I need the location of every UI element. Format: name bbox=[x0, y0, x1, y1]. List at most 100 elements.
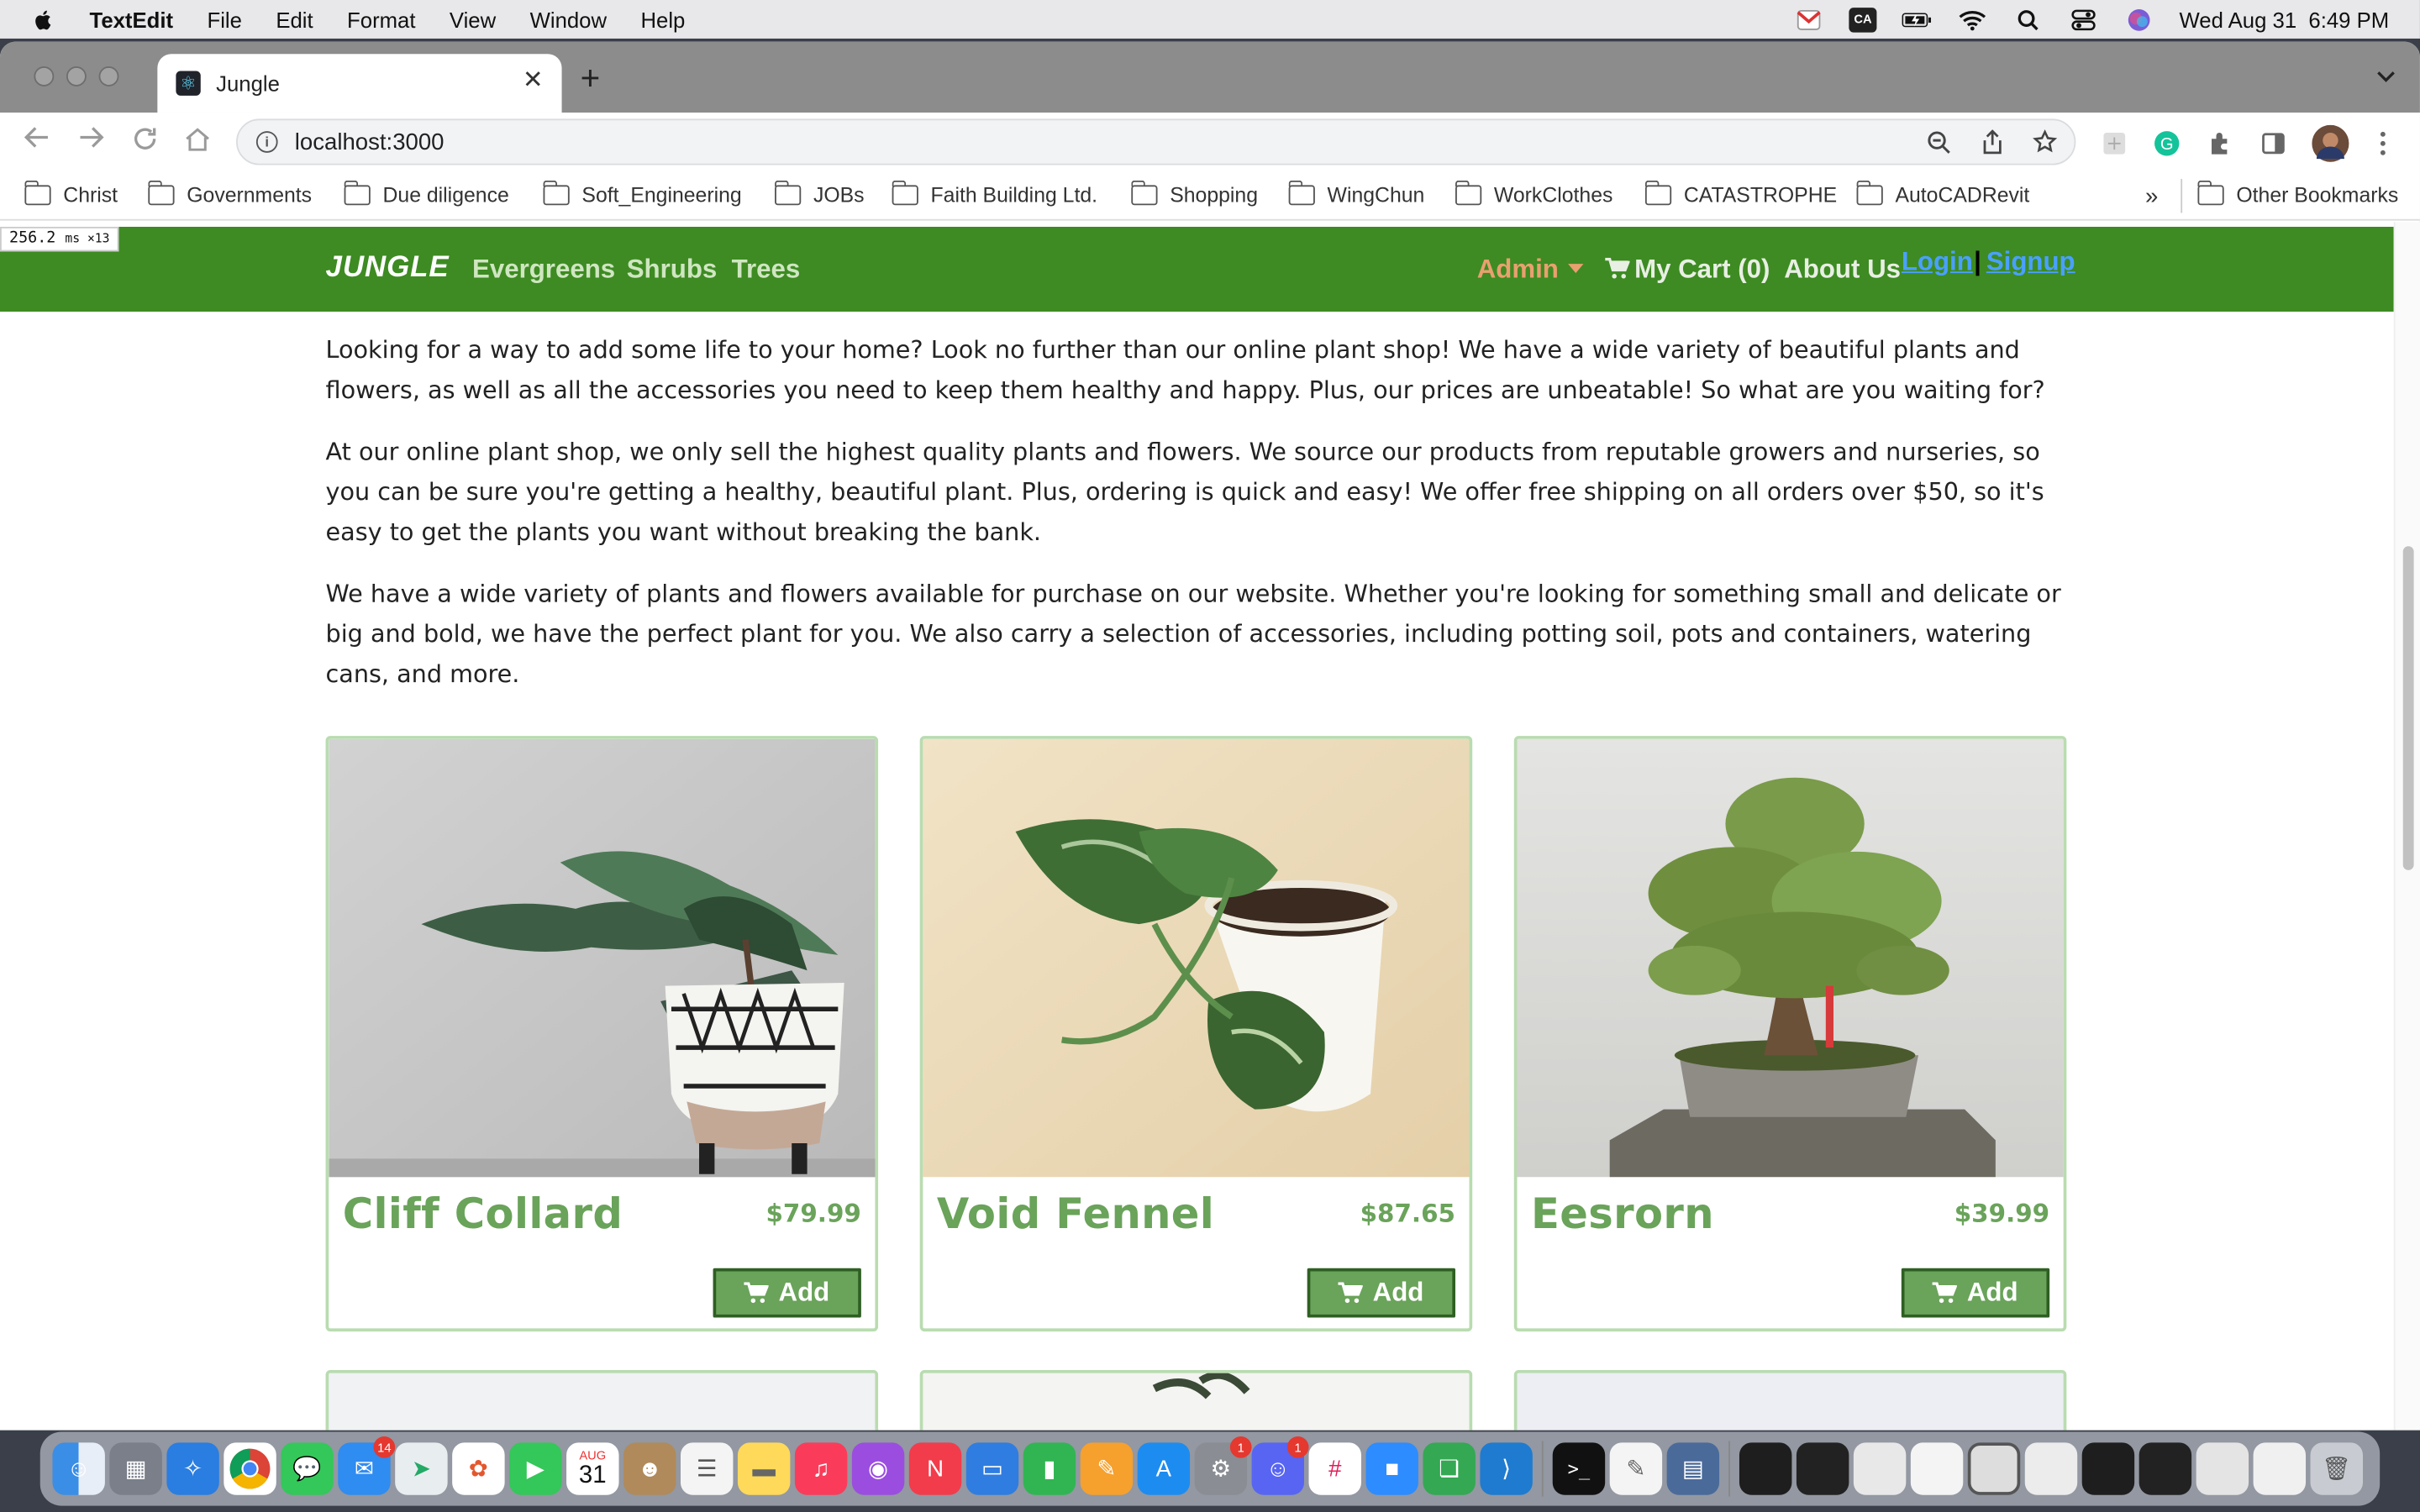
calendar-icon[interactable]: AUG 31 bbox=[566, 1442, 619, 1495]
ca-icon[interactable]: CA bbox=[1849, 7, 1877, 32]
share-icon[interactable] bbox=[1981, 129, 2003, 160]
reload-icon[interactable] bbox=[131, 125, 159, 158]
page-scrollbar[interactable] bbox=[2393, 222, 2420, 1431]
safari-icon[interactable]: ✧ bbox=[166, 1442, 219, 1495]
minimized-window-thumbnail[interactable] bbox=[2196, 1442, 2249, 1495]
product-image[interactable] bbox=[1517, 738, 2064, 1178]
launchpad-icon[interactable]: ▦ bbox=[109, 1442, 162, 1495]
address-bar-url[interactable]: localhost:3000 bbox=[295, 129, 445, 155]
bookmark-folder[interactable]: CATASTROPHE bbox=[1644, 180, 1837, 207]
minimized-window-thumbnail[interactable] bbox=[2139, 1442, 2192, 1495]
extensions-puzzle-icon[interactable] bbox=[2206, 128, 2237, 159]
product-name[interactable]: Cliff Collard bbox=[343, 1191, 623, 1239]
bookmark-folder[interactable]: Shopping bbox=[1130, 180, 1258, 207]
menu-file[interactable]: File bbox=[207, 7, 241, 31]
grammarly-icon[interactable]: G bbox=[2151, 128, 2182, 159]
product-card[interactable] bbox=[1513, 1369, 2067, 1431]
menu-bar-clock[interactable]: Wed Aug 31 6:49 PM bbox=[2180, 7, 2390, 31]
bookmark-folder[interactable]: Faith Building Ltd. bbox=[891, 180, 1097, 207]
product-card[interactable] bbox=[325, 1369, 879, 1431]
pages-icon[interactable]: ✎ bbox=[1080, 1442, 1134, 1495]
minimized-window-thumbnail[interactable] bbox=[1853, 1442, 1907, 1495]
wifi-icon[interactable] bbox=[1957, 7, 1988, 31]
add-to-cart-button[interactable]: Add bbox=[1307, 1268, 1456, 1318]
spotlight-icon[interactable] bbox=[2012, 7, 2044, 31]
browser-tab-active[interactable]: ⚛ Jungle ✕ bbox=[157, 54, 562, 113]
trash-icon[interactable]: 🗑 bbox=[2310, 1442, 2363, 1495]
bookmarks-overflow-button[interactable]: » bbox=[2145, 184, 2158, 210]
bookmark-folder[interactable]: AutoCADRevit bbox=[1855, 180, 2029, 207]
address-bar[interactable]: i localhost:3000 bbox=[236, 118, 2076, 165]
my-cart-link[interactable]: My Cart (0) bbox=[1605, 255, 1770, 286]
bookmark-folder[interactable]: Christ bbox=[24, 180, 118, 207]
preview-icon[interactable]: ▤ bbox=[1666, 1442, 1720, 1495]
menu-view[interactable]: View bbox=[450, 7, 496, 31]
scrollbar-thumb[interactable] bbox=[2402, 546, 2414, 870]
music-icon[interactable]: ♫ bbox=[794, 1442, 848, 1495]
new-tab-icon[interactable]: + bbox=[581, 61, 601, 95]
podcasts-icon[interactable]: ◉ bbox=[851, 1442, 905, 1495]
product-name[interactable]: Void Fennel bbox=[937, 1191, 1214, 1239]
tab-close-icon[interactable]: ✕ bbox=[523, 69, 544, 94]
window-close-button[interactable] bbox=[34, 66, 55, 87]
product-image[interactable] bbox=[923, 738, 1470, 1178]
finder-icon[interactable]: ☺ bbox=[52, 1442, 105, 1495]
bookmark-folder[interactable]: JOBs bbox=[774, 180, 865, 207]
news-icon[interactable]: N bbox=[908, 1442, 962, 1495]
product-image[interactable] bbox=[329, 738, 876, 1178]
bookmark-folder[interactable]: Governments bbox=[147, 180, 312, 207]
app-store-icon[interactable]: A bbox=[1137, 1442, 1191, 1495]
notes-icon[interactable]: ▬ bbox=[737, 1442, 791, 1495]
nav-evergreens-link[interactable]: Evergreens bbox=[472, 255, 615, 286]
tab-search-chevron-icon[interactable] bbox=[2377, 63, 2396, 87]
menu-window[interactable]: Window bbox=[530, 7, 607, 31]
extension-icon[interactable] bbox=[2099, 128, 2130, 159]
bookmark-folder[interactable]: Due diligence bbox=[343, 180, 509, 207]
siri-icon[interactable] bbox=[2123, 7, 2154, 31]
bookmark-folder[interactable]: WingChun bbox=[1287, 180, 1424, 207]
maps-icon[interactable]: ➤ bbox=[395, 1442, 448, 1495]
vscode-icon[interactable]: ⟩ bbox=[1480, 1442, 1533, 1495]
signup-link[interactable]: Signup bbox=[1986, 247, 2075, 278]
minimized-window-thumbnail[interactable] bbox=[2253, 1442, 2307, 1495]
messages-icon[interactable]: 💬 bbox=[281, 1442, 334, 1495]
bookmark-folder[interactable]: WorkClothes bbox=[1455, 180, 1612, 207]
textedit-icon[interactable]: ✎ bbox=[1609, 1442, 1663, 1495]
nav-trees-link[interactable]: Trees bbox=[732, 255, 801, 286]
reminders-icon[interactable]: ☰ bbox=[680, 1442, 734, 1495]
minimized-window-thumbnail[interactable] bbox=[1967, 1442, 2021, 1495]
contacts-icon[interactable]: ☻ bbox=[623, 1442, 676, 1495]
terminal-icon[interactable]: >_ bbox=[1552, 1442, 1606, 1495]
window-zoom-button[interactable] bbox=[98, 66, 119, 87]
menu-edit[interactable]: Edit bbox=[276, 7, 313, 31]
minimized-window-thumbnail[interactable] bbox=[1739, 1442, 1792, 1495]
photos-icon[interactable]: ✿ bbox=[452, 1442, 505, 1495]
chrome-icon[interactable] bbox=[224, 1442, 276, 1495]
menu-format[interactable]: Format bbox=[347, 7, 415, 31]
slack-icon[interactable]: # bbox=[1308, 1442, 1361, 1495]
minimized-window-thumbnail[interactable] bbox=[2024, 1442, 2078, 1495]
control-center-icon[interactable] bbox=[2068, 7, 2099, 31]
product-card[interactable] bbox=[919, 1369, 1473, 1431]
mail-icon[interactable]: ✉ 14 bbox=[338, 1436, 396, 1495]
zoom-icon[interactable] bbox=[1926, 129, 1950, 160]
google-chat-icon[interactable]: ❏ bbox=[1423, 1442, 1476, 1495]
facetime-icon[interactable]: ▶ bbox=[509, 1442, 562, 1495]
battery-icon[interactable] bbox=[1902, 7, 1933, 31]
gmail-icon[interactable] bbox=[1793, 7, 1824, 31]
site-logo[interactable]: JUNGLE bbox=[326, 251, 450, 285]
zoom-app-icon[interactable]: ■ bbox=[1365, 1442, 1418, 1495]
login-link[interactable]: Login bbox=[1902, 247, 1973, 278]
nav-shrubs-link[interactable]: Shrubs bbox=[627, 255, 718, 286]
add-to-cart-button[interactable]: Add bbox=[1901, 1268, 2050, 1318]
about-us-link[interactable]: About Us bbox=[1784, 255, 1901, 286]
keynote-icon[interactable]: ▭ bbox=[965, 1442, 1019, 1495]
minimized-window-thumbnail[interactable] bbox=[2081, 1442, 2135, 1495]
minimized-window-thumbnail[interactable] bbox=[1796, 1442, 1849, 1495]
add-to-cart-button[interactable]: Add bbox=[713, 1268, 861, 1318]
side-panel-icon[interactable] bbox=[2258, 128, 2289, 159]
menu-help[interactable]: Help bbox=[640, 7, 685, 31]
bookmark-folder[interactable]: Soft_Engineering bbox=[542, 180, 742, 207]
window-minimize-button[interactable] bbox=[66, 66, 87, 87]
forward-arrow-icon[interactable] bbox=[77, 125, 105, 155]
